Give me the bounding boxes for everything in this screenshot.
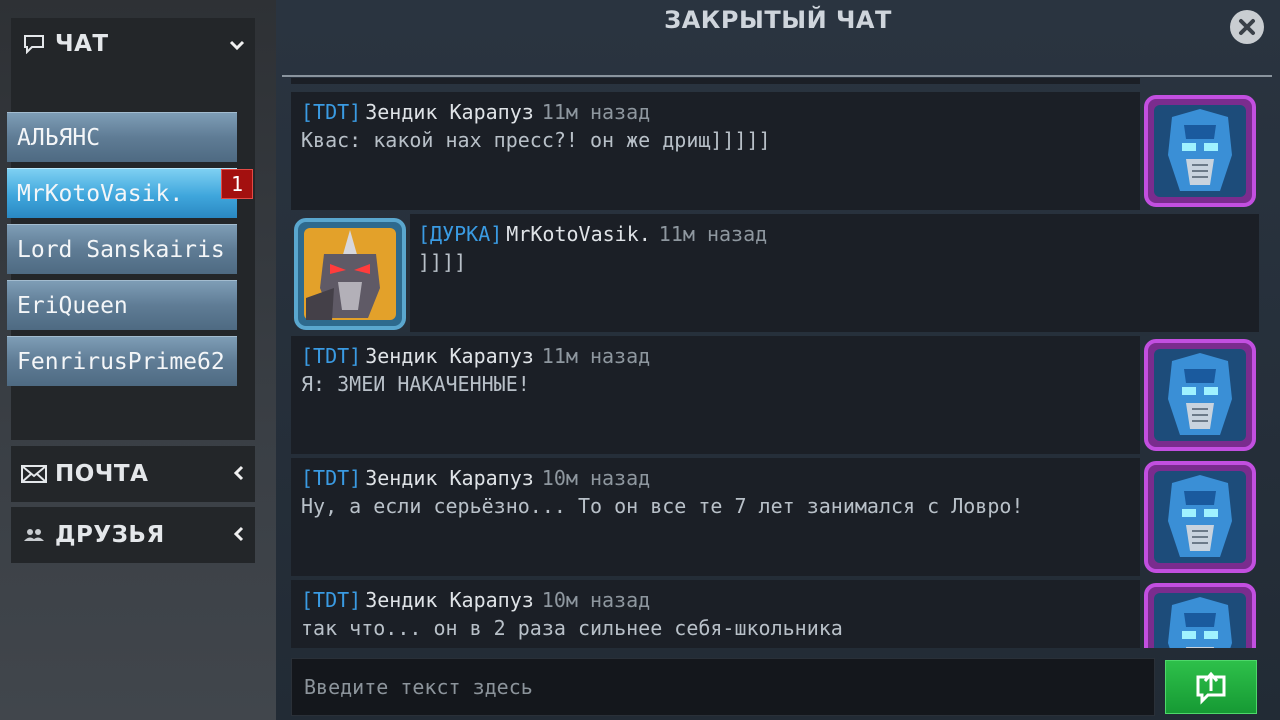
message-meta: [TDT] Зендик Карапуз 11м назад (301, 344, 650, 368)
chat-item-label: Lord Sanskairis (17, 236, 225, 263)
message-text: так что... он в 2 раза сильнее себя-школ… (301, 616, 843, 640)
orange-robot-avatar[interactable] (294, 218, 406, 330)
friends-icon (21, 524, 47, 546)
chat-list: АЛЬЯНС MrKotoVasik. 1 Lord Sanskairis Er… (7, 112, 253, 392)
message-time: 11м назад (541, 344, 651, 368)
chat-item-mrkotovasik[interactable]: MrKotoVasik. 1 (7, 168, 253, 218)
friends-section-header[interactable]: ДРУЗЬЯ (11, 507, 255, 563)
mail-section-label: ПОЧТА (55, 461, 149, 487)
message-author[interactable]: Зендик Карапуз (365, 100, 534, 124)
send-icon (1196, 671, 1226, 705)
unread-badge: 1 (221, 169, 253, 199)
chat-item-fenrirusprime62[interactable]: FenrirusPrime62 (7, 336, 237, 386)
chat-item-label: АЛЬЯНС (17, 124, 101, 151)
clan-tag[interactable]: [TDT] (301, 588, 361, 612)
header-divider (282, 75, 1272, 77)
chat-item-label: EriQueen (17, 292, 128, 319)
message-author[interactable]: Зендик Карапуз (365, 588, 534, 612)
message-row: [ДУРКА] MrKotoVasik. 11м назад ]]]] (410, 214, 1259, 332)
message-time: 10м назад (541, 466, 651, 490)
chat-item-alliance[interactable]: АЛЬЯНС (7, 112, 237, 162)
blue-robot-avatar[interactable] (1144, 95, 1256, 207)
send-button[interactable] (1165, 660, 1257, 714)
clan-tag[interactable]: [TDT] (301, 466, 361, 490)
mail-section-header[interactable]: ПОЧТА (11, 446, 255, 502)
chat-item-eriqueen[interactable]: EriQueen (7, 280, 237, 330)
message-text: Квас: какой нах пресс?! он же дрищ]]]]] (301, 128, 771, 152)
chat-bubble-icon (21, 33, 47, 55)
message-time: 11м назад (541, 100, 651, 124)
message-row: [TDT] Зендик Карапуз 10м назад так что... … (291, 580, 1140, 648)
close-icon (1239, 19, 1255, 35)
left-panel: ЧАТ АЛЬЯНС MrKotoVasik. 1 Lord Sanskairi… (0, 0, 276, 720)
mail-section: ПОЧТА (11, 446, 255, 502)
chevron-left-icon (233, 523, 245, 548)
blue-robot-avatar[interactable] (1144, 583, 1256, 648)
chat-item-lord-sanskairis[interactable]: Lord Sanskairis (7, 224, 237, 274)
message-fragment (291, 78, 1140, 84)
envelope-icon (21, 463, 47, 485)
message-author[interactable]: Зендик Карапуз (365, 466, 534, 490)
clan-tag[interactable]: [ДУРКА] (418, 222, 502, 246)
chat-main: ЗАКРЫТЫЙ ЧАТ [TDT] Зендик Карапуз 11м наза… (276, 0, 1280, 720)
message-row: [TDT] Зендик Карапуз 10м назад Ну, а если … (291, 458, 1140, 576)
message-list[interactable]: [TDT] Зендик Карапуз 11м назад Квас: какой… (291, 78, 1259, 648)
chat-item-label: MrKotoVasik. (17, 180, 184, 207)
message-meta: [ДУРКА] MrKotoVasik. 11м назад (418, 222, 767, 246)
chevron-left-icon (233, 462, 245, 487)
friends-section-label: ДРУЗЬЯ (55, 522, 165, 548)
page-title: ЗАКРЫТЫЙ ЧАТ (664, 6, 892, 34)
message-meta: [TDT] Зендик Карапуз 10м назад (301, 588, 650, 612)
message-row: [TDT] Зендик Карапуз 11м назад Квас: какой… (291, 92, 1140, 210)
message-text: Я: ЗМЕИ НАКАЧЕННЫЕ! (301, 372, 530, 396)
message-time: 11м назад (658, 222, 768, 246)
message-meta: [TDT] Зендик Карапуз 10м назад (301, 466, 650, 490)
blue-robot-avatar[interactable] (1144, 461, 1256, 573)
message-author[interactable]: MrKotoVasik. (506, 222, 651, 246)
blue-robot-avatar[interactable] (1144, 339, 1256, 451)
chat-section-label: ЧАТ (55, 31, 109, 57)
message-text: Ну, а если серьёзно... То он все те 7 ле… (301, 494, 1024, 518)
chat-item-label: FenrirusPrime62 (17, 348, 225, 375)
message-input[interactable] (291, 658, 1155, 716)
message-meta: [TDT] Зендик Карапуз 11м назад (301, 100, 650, 124)
message-time: 10м назад (541, 588, 651, 612)
clan-tag[interactable]: [TDT] (301, 100, 361, 124)
message-author[interactable]: Зендик Карапуз (365, 344, 534, 368)
message-row: [TDT] Зендик Карапуз 11м назад Я: ЗМЕИ НАК… (291, 336, 1140, 454)
close-button[interactable] (1230, 10, 1264, 44)
clan-tag[interactable]: [TDT] (301, 344, 361, 368)
chat-section-header[interactable]: ЧАТ (11, 18, 255, 70)
message-text: ]]]] (418, 250, 467, 274)
chevron-down-icon (229, 32, 245, 57)
friends-section: ДРУЗЬЯ (11, 507, 255, 563)
